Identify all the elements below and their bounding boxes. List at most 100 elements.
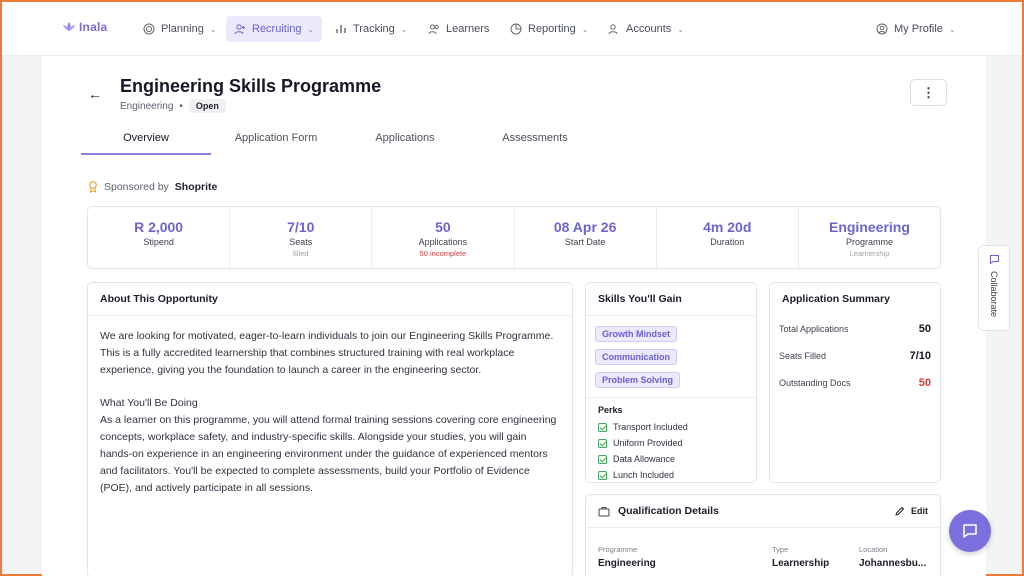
profile-label: My Profile [894, 23, 943, 35]
perk-item: Lunch Included [586, 467, 756, 483]
skills-chips: Growth Mindset Communication Problem Sol… [586, 316, 756, 398]
skills-title: Skills You'll Gain [586, 283, 756, 316]
users-icon [428, 24, 439, 35]
collaborate-tab[interactable]: Collaborate [978, 245, 1010, 331]
qualification-title: Qualification Details [618, 505, 719, 517]
nav-profile[interactable]: My Profile ⌄ [868, 16, 964, 42]
target-icon [143, 23, 155, 35]
tab-assessments[interactable]: Assessments [470, 132, 600, 144]
summary-title: Application Summary [782, 293, 890, 305]
qualification-field: Programme Engineering [598, 545, 656, 569]
field-label: Location [859, 545, 888, 554]
chevron-down-icon: ⌄ [307, 24, 315, 34]
skill-chip: Growth Mindset [595, 326, 677, 342]
main-panel: ← Engineering Skills Programme Engineeri… [42, 56, 986, 576]
nav-recruiting[interactable]: Recruiting ⌄ [226, 16, 323, 42]
sponsor-prefix: Sponsored by [104, 181, 169, 193]
perk-label: Uniform Provided [613, 438, 683, 448]
check-icon [598, 470, 607, 480]
about-paragraph: We are looking for motivated, eager-to-l… [100, 330, 554, 376]
summary-row: Seats Filled 7/10 [770, 342, 940, 369]
chevron-down-icon: ⌄ [677, 24, 684, 34]
summary-value: 50 [918, 322, 931, 335]
back-arrow-icon[interactable]: ← [88, 86, 102, 102]
tab-applications[interactable]: Applications [340, 132, 470, 144]
top-nav: Inala Planning ⌄ Recruiting ⌄ Tracking ⌄… [2, 2, 1022, 56]
field-value: Johannesbu... [859, 558, 927, 569]
nav-tracking[interactable]: Tracking ⌄ [327, 16, 415, 42]
logo[interactable]: Inala [62, 20, 107, 34]
field-label: Programme [598, 545, 638, 554]
qualification-field: Location Johannesbu... [859, 545, 926, 569]
chevron-down-icon: ⌄ [948, 24, 956, 34]
nav-planning[interactable]: Planning ⌄ [135, 16, 225, 42]
stat-value: Engineering [828, 219, 910, 235]
pie-chart-icon [510, 23, 522, 35]
check-icon [598, 422, 607, 432]
stat-value: 7/10 [287, 219, 315, 235]
about-body: We are looking for motivated, eager-to-l… [88, 316, 572, 497]
pencil-icon [895, 506, 905, 516]
skill-chip: Communication [595, 349, 678, 365]
perk-label: Lunch Included [613, 470, 675, 480]
stat-sub: filled [293, 249, 309, 258]
about-paragraph: As a learner on this programme, you will… [100, 414, 557, 494]
stat-label: Applications [418, 237, 468, 247]
summary-value: 7/10 [909, 349, 931, 362]
nav-accounts[interactable]: Accounts ⌄ [600, 16, 692, 42]
qualification-field: Type Learnership [772, 545, 829, 569]
nav-learners[interactable]: Learners [420, 16, 497, 42]
check-icon [598, 438, 607, 448]
stat-label: Duration [710, 237, 745, 247]
nav-reporting[interactable]: Reporting ⌄ [502, 16, 596, 42]
stat-label: Seats [289, 237, 313, 247]
field-value: Learnership [772, 558, 830, 569]
summary-value: 50 [918, 376, 931, 389]
collaborate-label: Collaborate [989, 271, 999, 318]
stat-value: R 2,000 [134, 219, 184, 235]
summary-label: Total Applications [779, 323, 849, 334]
stat-applications: 50 Applications 50 incomplete [372, 207, 515, 268]
stat-value: 50 [435, 219, 451, 235]
qualification-card: Qualification Details Edit Programme Eng… [585, 494, 941, 576]
sponsor-line: Sponsored by Shoprite [88, 181, 217, 193]
field-value: Engineering [598, 558, 656, 569]
chat-button[interactable] [949, 510, 991, 552]
chevron-down-icon: ⌄ [209, 24, 217, 34]
stat-value: 4m 20d [703, 219, 752, 235]
award-icon [89, 181, 97, 193]
stat-label: Start Date [564, 237, 606, 247]
active-tab-indicator [81, 153, 211, 155]
stat-label: Stipend [143, 237, 174, 247]
edit-label: Edit [911, 506, 928, 516]
summary-row: Outstanding Docs 50 [770, 369, 940, 396]
qualification-heading: Qualification Details [598, 505, 719, 517]
field-label: Type [772, 545, 789, 554]
perk-item: Uniform Provided [586, 435, 756, 451]
tab-overview[interactable]: Overview [81, 132, 211, 144]
briefcase-icon [598, 506, 610, 516]
lotus-icon [63, 22, 75, 31]
stats-bar: R 2,000 Stipend 7/10 Seats filled 50 App… [87, 206, 941, 269]
stat-sub: Learnership [849, 249, 890, 258]
skill-chip: Problem Solving [595, 372, 681, 388]
user-group-icon [608, 24, 618, 35]
sponsor-name: Shoprite [174, 181, 218, 193]
qualification-header: Qualification Details Edit [586, 495, 940, 528]
summary-label: Seats Filled [779, 350, 827, 361]
summary-label: Outstanding Docs [779, 377, 851, 388]
edit-button[interactable]: Edit [894, 506, 928, 517]
more-options-button[interactable]: ⋮ [910, 79, 947, 106]
separator-dot: • [179, 100, 183, 112]
summary-row: Total Applications 50 [770, 315, 940, 342]
brand-name: Inala [79, 20, 108, 34]
nav-label: Accounts [626, 23, 672, 35]
perk-label: Data Allowance [613, 454, 676, 464]
stat-start-date: 08 Apr 26 Start Date [515, 207, 657, 268]
perk-label: Transport Included [613, 422, 688, 432]
user-plus-icon [234, 24, 245, 35]
perk-item: Transport Included [586, 419, 756, 435]
stat-programme: Engineering Programme Learnership [799, 207, 940, 268]
tab-application-form[interactable]: Application Form [211, 132, 341, 144]
page-subtitle: Engineering • Open [120, 99, 226, 113]
